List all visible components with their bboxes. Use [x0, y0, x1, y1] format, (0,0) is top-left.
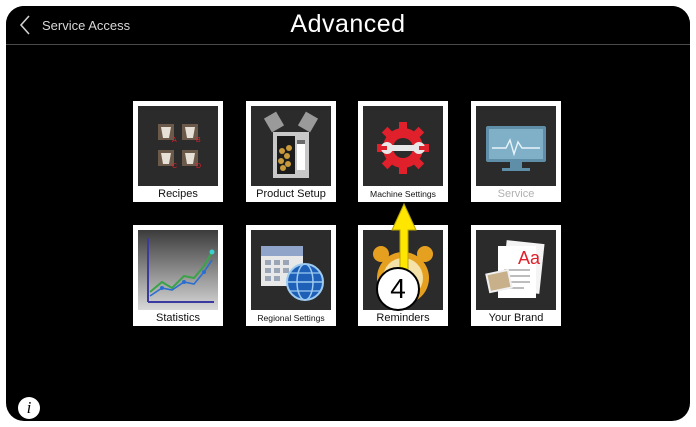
step-number-badge: 4 — [376, 267, 420, 311]
tile-statistics[interactable]: Statistics — [133, 225, 223, 326]
wrench-gear-icon — [363, 106, 443, 186]
calendar-globe-icon — [251, 230, 331, 310]
brand-document-icon: Aa — [476, 230, 556, 310]
tile-label: Reminders — [376, 312, 430, 324]
monitor-pulse-icon — [476, 106, 556, 186]
tile-regional-settings[interactable]: Regional Settings — [246, 225, 336, 326]
tile-service: Service — [471, 101, 561, 202]
page-title: Advanced — [290, 10, 406, 38]
tile-label: Service — [497, 188, 535, 200]
info-button[interactable]: i — [18, 397, 40, 419]
tile-label: Machine Settings — [370, 189, 436, 199]
recipe-letter-d: D — [196, 163, 201, 170]
recipe-letter-a: A — [172, 137, 177, 144]
device-screen: Service Access Advanced A B C D Recipes — [6, 6, 690, 421]
recipe-letter-c: C — [172, 163, 177, 170]
tile-label: Product Setup — [256, 188, 326, 200]
tile-your-brand[interactable]: Aa Your Brand — [471, 225, 561, 326]
product-setup-canisters-icon — [251, 106, 331, 186]
tile-machine-settings[interactable]: Machine Settings — [358, 101, 448, 202]
tile-label: Regional Settings — [257, 313, 325, 323]
tile-label: Your Brand — [488, 312, 544, 324]
brand-aa-text: Aa — [518, 248, 541, 268]
recipe-letter-b: B — [196, 137, 201, 144]
tile-label: Statistics — [155, 312, 200, 324]
tile-recipes[interactable]: A B C D Recipes — [133, 101, 223, 202]
recipes-cups-icon: A B C D — [138, 106, 218, 186]
line-chart-icon — [138, 230, 218, 310]
tile-label: Recipes — [158, 188, 198, 200]
top-bar: Service Access Advanced — [6, 6, 690, 45]
tile-product-setup[interactable]: Product Setup — [246, 101, 336, 202]
